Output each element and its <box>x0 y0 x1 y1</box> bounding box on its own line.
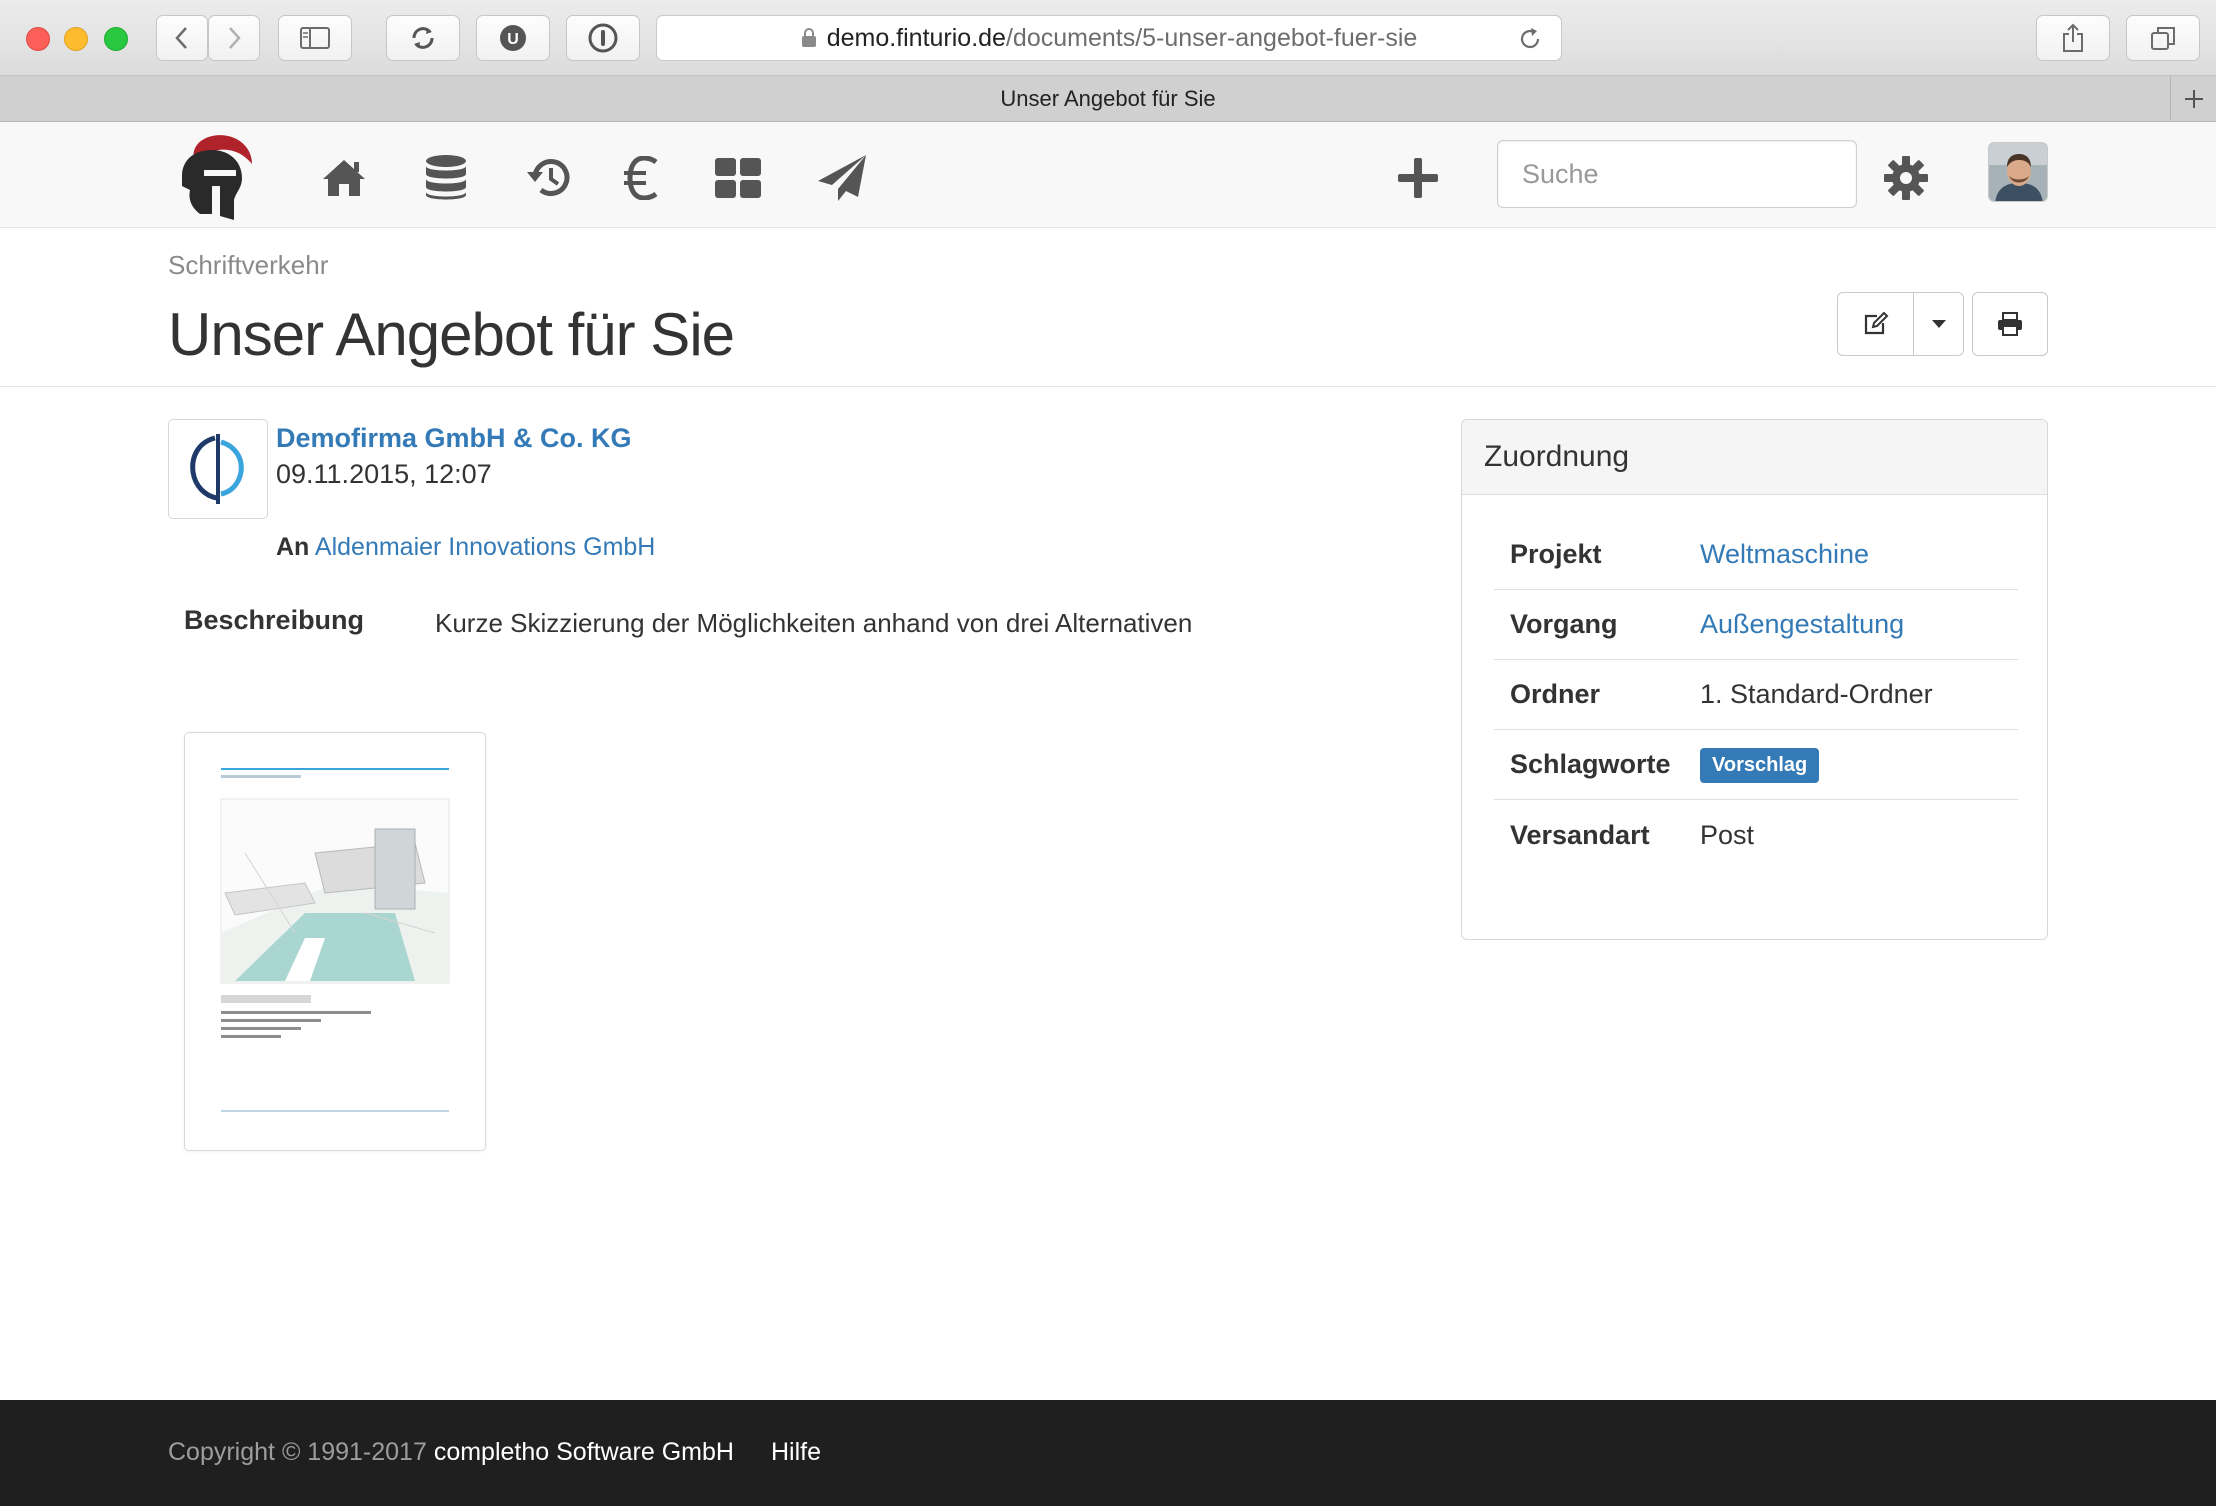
svg-text:U: U <box>507 31 519 48</box>
page-title: Unser Angebot für Sie <box>168 301 735 368</box>
euro-icon <box>624 156 658 200</box>
print-button[interactable] <box>1972 292 2048 356</box>
project-link[interactable]: Weltmaschine <box>1700 539 1869 570</box>
document-preview-image <box>220 768 450 1112</box>
edit-button[interactable] <box>1838 293 1914 355</box>
minimize-window-button[interactable] <box>64 27 88 51</box>
grid-icon <box>715 158 761 198</box>
nav-finance[interactable] <box>616 152 668 204</box>
process-link[interactable]: Außengestaltung <box>1700 609 1904 640</box>
table-row: Vorgang Außengestaltung <box>1494 590 2018 660</box>
print-icon <box>1998 312 2022 336</box>
document-date: 09.11.2015, 12:07 <box>276 459 492 489</box>
table-row: Ordner 1. Standard-Ordner <box>1494 660 2018 730</box>
print-button-inner <box>1973 293 2047 355</box>
url-path: /documents/5-unser-angebot-fuer-sie <box>1005 23 1418 52</box>
database-icon <box>426 155 466 200</box>
url-host: demo.finturio.de <box>826 23 1006 52</box>
edit-button-group <box>1837 292 1964 356</box>
new-tab-button[interactable] <box>2170 76 2216 122</box>
folder-value: 1. Standard-Ordner <box>1700 679 1933 709</box>
row-key: Versandart <box>1510 819 1650 850</box>
spartan-helmet-icon <box>182 135 252 220</box>
description-text: Kurze Skizzierung der Möglichkeiten anha… <box>435 608 1193 638</box>
settings-button[interactable] <box>1880 152 1932 204</box>
row-key: Vorgang <box>1510 609 1618 639</box>
gear-icon <box>1884 156 1928 200</box>
sidebar-icon <box>300 27 330 49</box>
share-icon <box>2063 23 2083 52</box>
tab-active[interactable]: Unser Angebot für Sie <box>1000 86 1215 111</box>
edit-dropdown-toggle[interactable] <box>1914 293 1963 355</box>
caret-down-icon <box>1931 320 1946 328</box>
home-icon <box>323 160 365 196</box>
tabs-overview-button[interactable] <box>2126 15 2200 61</box>
close-window-button[interactable] <box>26 27 50 51</box>
back-button[interactable] <box>156 15 208 61</box>
header-divider <box>0 386 2216 387</box>
footer: Copyright © 1991-2017 completho Software… <box>0 1400 2216 1506</box>
sidebar-toggle-button[interactable] <box>278 15 352 61</box>
nav-home[interactable] <box>318 152 370 204</box>
recipient-link[interactable]: Aldenmaier Innovations GmbH <box>315 533 655 561</box>
avatar[interactable] <box>1988 142 2048 202</box>
maximize-window-button[interactable] <box>104 27 128 51</box>
chevron-left-icon <box>175 27 187 49</box>
copyright-text: Copyright © 1991-2017 completho Software… <box>168 1438 734 1467</box>
plus-icon <box>1398 158 1438 198</box>
zuordnung-panel: Zuordnung Projekt Weltmaschine Vorgang A… <box>1461 419 2048 940</box>
lock-icon <box>801 28 816 47</box>
share-button[interactable] <box>2036 15 2110 61</box>
row-key: Schlagworte <box>1510 749 1671 779</box>
table-row: Versandart Post <box>1494 800 2018 870</box>
onepassword-icon <box>588 23 618 53</box>
forward-button[interactable] <box>208 15 260 61</box>
address-bar[interactable]: demo.finturio.de/documents/5-unser-angeb… <box>656 15 1562 61</box>
password-extension-button[interactable] <box>566 15 640 61</box>
edit-icon <box>1864 312 1888 335</box>
description-label: Beschreibung <box>184 605 365 635</box>
sync-extension-button[interactable] <box>386 15 460 61</box>
copyright-label: Copyright © 1991-2017 <box>168 1438 427 1466</box>
browser-titlebar: U demo.finturio.de/documents/5-unser-ang… <box>0 0 2216 76</box>
assignment-table: Projekt Weltmaschine Vorgang Außengestal… <box>1494 520 2018 870</box>
chevron-right-icon <box>229 27 241 49</box>
ublock-icon: U <box>500 25 526 51</box>
sender-logo <box>168 419 268 519</box>
document-thumbnail[interactable] <box>184 732 486 1151</box>
tab-bar: Unser Angebot für Sie <box>0 76 2216 122</box>
table-row: Projekt Weltmaschine <box>1494 520 2018 590</box>
search-input[interactable] <box>1497 140 1857 208</box>
nav-database[interactable] <box>420 152 472 204</box>
recipient-label: An <box>276 533 310 561</box>
paper-plane-icon <box>818 155 866 201</box>
nav-history[interactable] <box>522 152 574 204</box>
user-avatar-icon <box>1989 143 2047 201</box>
ublock-extension-button[interactable]: U <box>476 15 550 61</box>
tabs-icon <box>2151 27 2175 50</box>
history-icon <box>527 159 570 196</box>
breadcrumb[interactable]: Schriftverkehr <box>168 250 328 281</box>
row-key: Ordner <box>1510 679 1601 709</box>
reload-icon[interactable] <box>1517 26 1543 52</box>
help-link[interactable]: Hilfe <box>771 1438 821 1467</box>
app-logo[interactable] <box>176 130 256 227</box>
company-name: completho Software GmbH <box>433 1438 734 1466</box>
row-key: Projekt <box>1510 539 1602 569</box>
shipping-value: Post <box>1700 819 1755 850</box>
add-button[interactable] <box>1392 152 1444 204</box>
plus-icon <box>2184 90 2203 108</box>
sync-icon <box>412 27 434 49</box>
recipient: An Aldenmaier Innovations GmbH <box>276 533 655 562</box>
nav-send[interactable] <box>816 152 868 204</box>
sender-company-logo-icon <box>190 434 244 504</box>
table-row: Schlagworte Vorschlag <box>1494 730 2018 800</box>
nav-dashboard[interactable] <box>712 152 764 204</box>
app-navbar <box>0 122 2216 228</box>
panel-title: Zuordnung <box>1462 420 2047 495</box>
tag-badge[interactable]: Vorschlag <box>1700 747 1820 783</box>
sender-link[interactable]: Demofirma GmbH & Co. KG <box>276 423 632 454</box>
